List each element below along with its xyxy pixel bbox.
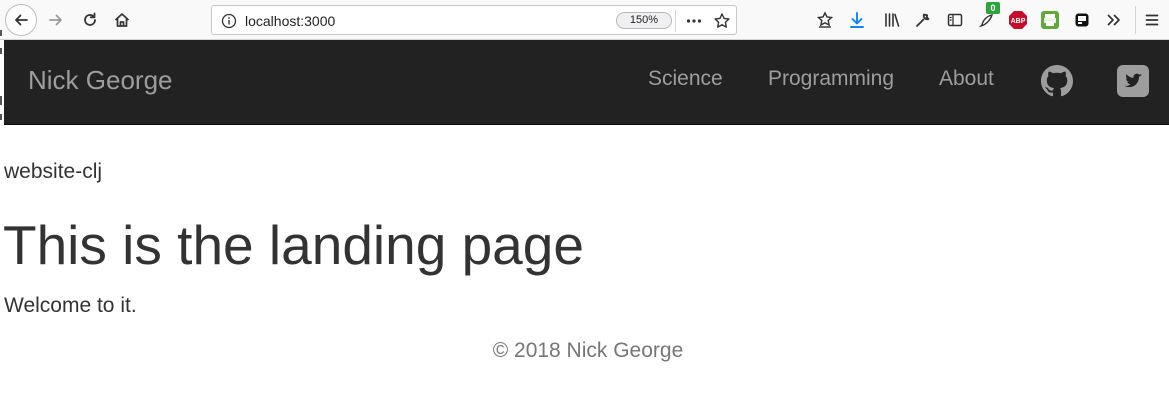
url-bar[interactable]: localhost:3000 150% [211, 5, 737, 35]
developer-tools-button[interactable] [911, 8, 935, 32]
svg-text:ABP: ABP [1011, 18, 1026, 25]
toolbar-divider [1135, 6, 1136, 34]
site-navbar: Nick George Science Programming About [4, 40, 1169, 125]
reload-button[interactable] [78, 8, 102, 32]
site-brand-link[interactable]: Nick George [28, 65, 173, 95]
info-icon[interactable] [220, 12, 238, 30]
browser-toolbar: localhost:3000 150% 0 ABP [0, 0, 1169, 40]
extension-tablet-icon [1075, 13, 1089, 27]
bookmark-button[interactable] [710, 9, 734, 33]
window-edge-mark [0, 96, 2, 105]
library-icon [885, 13, 900, 27]
window-edge-mark [0, 30, 2, 36]
twitter-icon [1117, 65, 1149, 97]
download-icon [850, 12, 864, 28]
nav-link-science[interactable]: Science [648, 66, 723, 92]
nav-link-about[interactable]: About [939, 66, 994, 92]
star-icon [714, 13, 730, 28]
printer-icon [1041, 11, 1059, 29]
adblock-button[interactable]: ABP [1006, 8, 1030, 32]
url-divider [675, 10, 676, 32]
overflow-menu-button[interactable] [1101, 8, 1125, 32]
zoom-badge[interactable]: 150% [616, 12, 672, 29]
reader-extension-button[interactable] [1070, 8, 1094, 32]
github-link[interactable] [1040, 64, 1074, 98]
home-button[interactable] [110, 8, 134, 32]
forward-button[interactable] [44, 8, 68, 32]
page-heading: This is the landing page [3, 214, 584, 276]
sidebar-icon [947, 13, 963, 27]
hamburger-menu-button[interactable] [1140, 8, 1164, 32]
arrow-left-icon [15, 14, 28, 26]
print-friendly-button[interactable] [1038, 8, 1062, 32]
welcome-text: Welcome to it. [4, 294, 137, 317]
library-button[interactable] [880, 8, 904, 32]
more-dots-icon [686, 19, 702, 23]
reload-icon [84, 12, 96, 26]
footer-copyright: © 2018 Nick George [492, 339, 684, 362]
window-edge-mark [0, 114, 2, 120]
arrow-right-icon [49, 14, 62, 26]
github-icon [1041, 65, 1073, 97]
save-to-pocket-icon [816, 11, 834, 28]
twitter-link[interactable] [1116, 64, 1150, 98]
url-text[interactable]: localhost:3000 [245, 12, 335, 30]
downloads-button[interactable] [845, 8, 869, 32]
chevron-double-right-icon [1107, 14, 1120, 26]
page-actions-button[interactable] [682, 9, 706, 33]
pocket-button[interactable] [813, 8, 837, 32]
site-subtitle: website-clj [4, 160, 103, 183]
back-button[interactable] [5, 4, 37, 36]
home-icon [114, 13, 130, 27]
wrench-icon [916, 13, 930, 27]
adblock-plus-icon: ABP [1009, 11, 1027, 29]
nav-link-programming[interactable]: Programming [768, 66, 894, 92]
extension-badge: 0 [986, 2, 1000, 14]
window-edge-mark [0, 48, 2, 54]
hamburger-icon [1145, 14, 1159, 26]
sidebar-button[interactable] [943, 8, 967, 32]
